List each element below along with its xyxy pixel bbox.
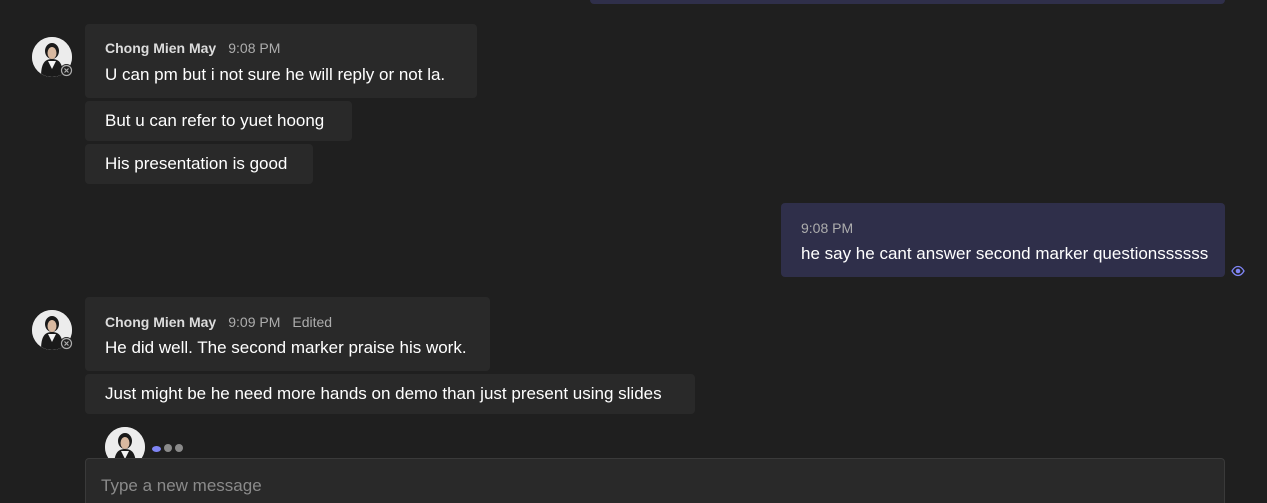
typing-dots-icon bbox=[152, 443, 186, 453]
message-text: Just might be he need more hands on demo… bbox=[105, 384, 662, 403]
previous-message-bubble bbox=[590, 0, 1225, 4]
status-offline-icon bbox=[60, 64, 73, 77]
message-meta: Chong Mien May 9:08 PM bbox=[105, 39, 280, 57]
edited-label: Edited bbox=[292, 314, 333, 330]
eye-icon bbox=[1231, 264, 1245, 277]
message-time: 9:08 PM bbox=[801, 220, 854, 236]
sender-name[interactable]: Chong Mien May bbox=[105, 314, 216, 330]
message-time: 9:08 PM bbox=[228, 40, 281, 56]
message-time: 9:09 PM bbox=[228, 314, 281, 330]
message-meta: Chong Mien May 9:09 PM Edited bbox=[105, 313, 332, 331]
my-message-bubble[interactable]: 9:08 PM he say he cant answer second mar… bbox=[781, 203, 1225, 277]
message-input[interactable] bbox=[101, 473, 1201, 499]
message-bubble[interactable]: Chong Mien May 9:09 PM Edited He did well.… bbox=[85, 297, 490, 371]
message-text: He did well. The second marker praise hi… bbox=[105, 338, 467, 357]
message-bubble[interactable]: His presentation is good bbox=[85, 144, 313, 184]
message-bubble[interactable]: Just might be he need more hands on demo… bbox=[85, 374, 695, 414]
compose-box[interactable] bbox=[85, 458, 1225, 503]
message-bubble[interactable]: Chong Mien May 9:08 PM U can pm but i not… bbox=[85, 24, 477, 98]
sender-name[interactable]: Chong Mien May bbox=[105, 40, 216, 56]
message-text: he say he cant answer second marker ques… bbox=[801, 244, 1209, 263]
message-text: But u can refer to yuet hoong bbox=[105, 111, 325, 130]
message-bubble[interactable]: But u can refer to yuet hoong bbox=[85, 101, 352, 141]
status-offline-icon bbox=[60, 337, 73, 350]
chat-pane: Chong Mien May 9:08 PM U can pm but i not… bbox=[0, 0, 1267, 503]
message-text: U can pm but i not sure he will reply or… bbox=[105, 65, 446, 84]
message-text: His presentation is good bbox=[105, 154, 288, 173]
